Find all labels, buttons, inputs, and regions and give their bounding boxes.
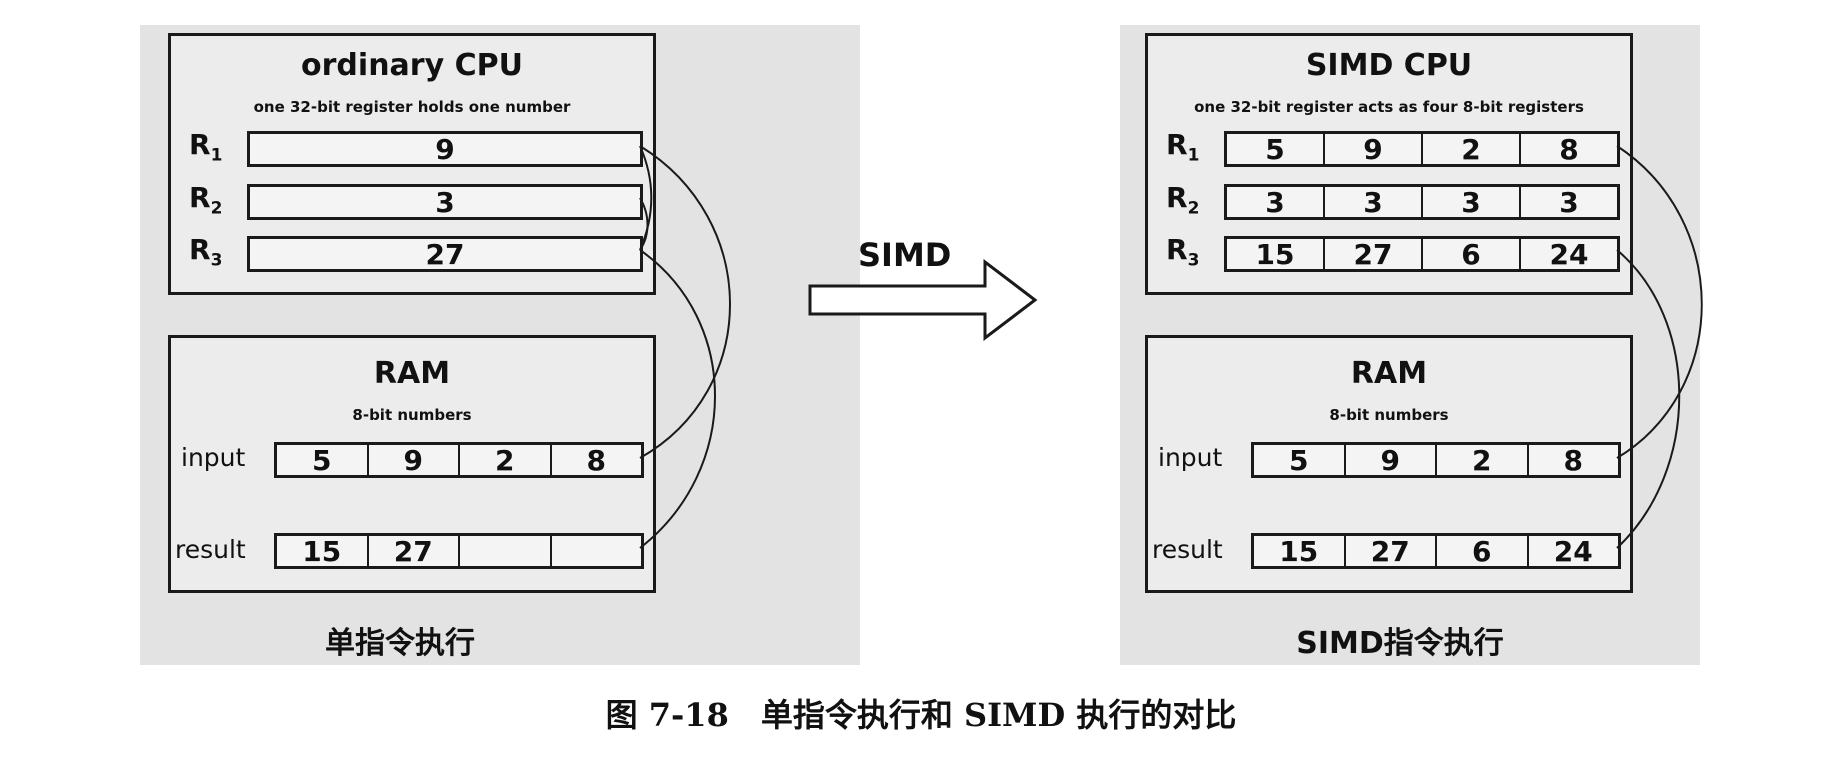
- left-r1-input-curve: [639, 145, 731, 459]
- figure-caption: 图 7-18 单指令执行和 SIMD 执行的对比: [605, 696, 1237, 734]
- right-r3-result-curve: [1616, 249, 1681, 549]
- right-r1-input-curve: [1616, 145, 1703, 459]
- left-r2-r3-curve: [639, 197, 649, 251]
- simd-arrow-icon: [808, 258, 1038, 342]
- connection-overlay: [639, 145, 1703, 549]
